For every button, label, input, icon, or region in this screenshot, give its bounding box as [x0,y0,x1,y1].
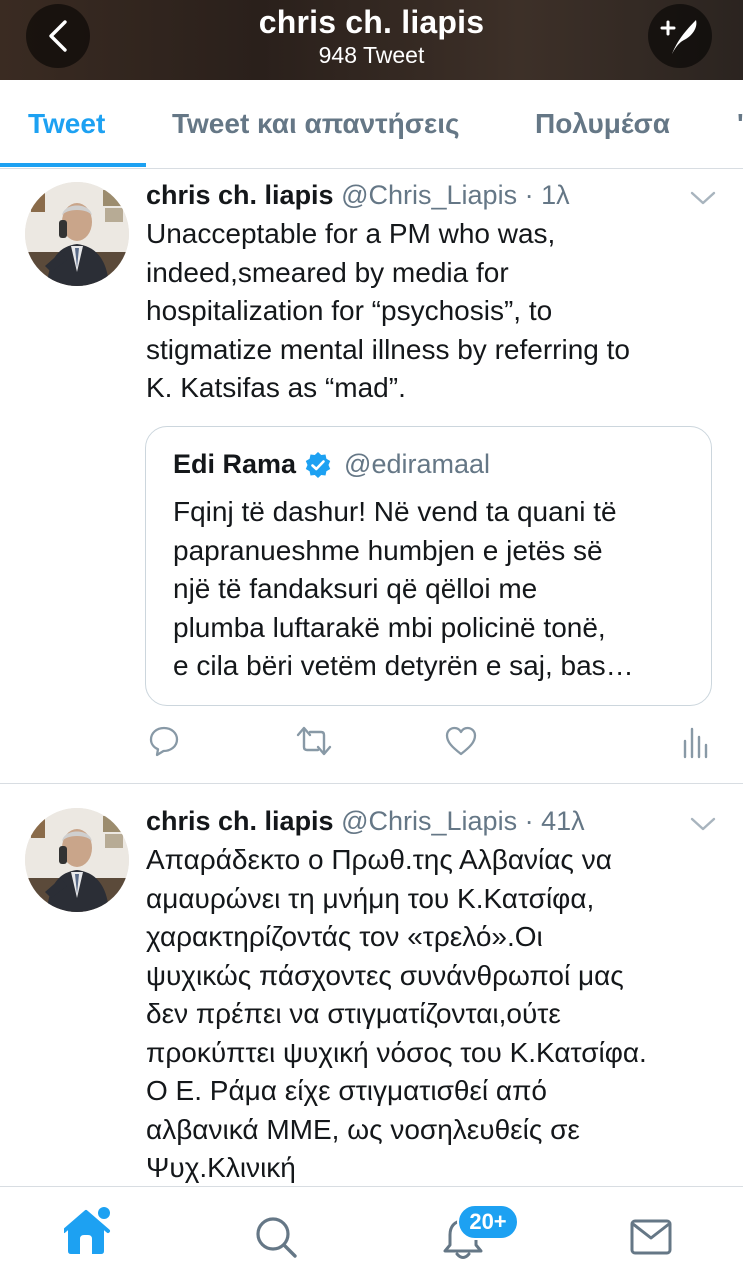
analytics-icon[interactable] [682,725,708,759]
tab-tweets[interactable]: Tweet [28,108,105,140]
active-tab-indicator [0,163,146,167]
tweet-text-line: Ψυχ.Κλινική [146,1152,296,1183]
quoted-author-name: Edi Rama [173,449,297,479]
tweet-text-line: stigmatize mental illness by referring t… [146,333,630,365]
tweet-text-line: προκύπτει ψυχική νόσος του Κ.Κατσίφα. [146,1036,647,1068]
author-handle-time: @Chris_Liapis · 1λ [341,180,570,210]
quoted-tweet-header: Edi Rama @ediramaal [173,449,490,480]
tweet-text-line: αμαυρώνει τη μνήμη του Κ.Κατσίφα, [146,882,595,914]
tweet-text-line: Απαράδεκτο ο Πρωθ.της Αλβανίας να [146,844,612,875]
compose-tweet-icon [660,20,697,54]
tweet-text-line: χαρακτηρίζοντάς τον «τρελό».Οι [146,921,543,952]
quoted-text-line: Fqinj të dashur! Në vend ta quani të [173,496,617,527]
tab-tweets-and-replies[interactable]: Tweet και απαντήσεις [172,108,460,140]
verified-badge-icon [305,451,331,478]
notification-count-badge: 20+ [457,1204,519,1240]
author-handle-time: @Chris_Liapis · 41λ [341,806,585,836]
quoted-author-handle: @ediramaal [344,449,491,479]
tweet-text: Απαράδεκτο ο Πρωθ.της Αλβανίας να αμαυρώ… [146,841,736,1188]
compose-tweet-button[interactable] [648,4,712,68]
tweet-text-line: αλβανικά ΜΜΕ, ως νοσηλευθείς σε [146,1113,580,1145]
chevron-down-icon[interactable] [690,816,716,832]
tweet-text-line: Unacceptable for a PM who was, [146,218,556,249]
tweet-text-line: δεν πρέπει να στιγματίζονται,ούτε [146,998,561,1029]
tweet-item[interactable]: chris ch. liapis @Chris_Liapis · 41λ Απα… [0,784,743,1186]
quoted-text-line: e cila bëri vetëm detyrën e saj, bas… [173,650,634,681]
search-icon[interactable] [254,1215,298,1259]
avatar[interactable] [25,808,129,912]
author-name[interactable]: chris ch. liapis [146,180,334,210]
tweet-text-line: indeed,smeared by media for [146,256,509,288]
chevron-down-icon[interactable] [690,190,716,206]
quoted-text-line: plumba luftarakë mbi policinë tonë, [173,611,606,643]
tab-likes-partial[interactable]: ' [737,108,743,140]
quoted-text-line: papranueshme humbjen e jetës së [173,534,603,566]
like-heart-icon[interactable] [444,725,478,757]
quoted-tweet-card[interactable]: Edi Rama @ediramaal Fqinj të dashur! Në … [145,426,712,706]
home-icon[interactable] [64,1205,114,1257]
reply-icon[interactable] [148,725,180,757]
profile-header: chris ch. liapis 948 Tweet [0,0,743,80]
tweet-header: chris ch. liapis @Chris_Liapis · 41λ [146,806,585,837]
tweet-count: 948 Tweet [318,42,425,68]
profile-name-title: chris ch. liapis [258,4,485,40]
tweet-text: Unacceptable for a PM who was, indeed,sm… [146,215,726,408]
tweet-header: chris ch. liapis @Chris_Liapis · 1λ [146,180,570,211]
tweet-text-line: ψυχικώς πάσχοντες συνάνθρωποί μας [146,959,624,991]
quoted-tweet-text: Fqinj të dashur! Në vend ta quani të pap… [173,493,693,686]
profile-tabs: Tweet Tweet και απαντήσεις Πολυμέσα ' [0,80,743,169]
retweet-icon[interactable] [296,725,332,757]
avatar[interactable] [25,182,129,286]
author-name[interactable]: chris ch. liapis [146,806,334,836]
tweet-action-bar [0,725,743,769]
quoted-text-line: një të fandaksuri që qëlloi me [173,573,538,604]
bottom-tab-bar: 20+ [0,1186,743,1286]
tweet-text-line: K. Katsifas as “mad”. [146,372,406,403]
messages-mail-icon[interactable] [630,1219,672,1255]
tweet-text-line: Ο Ε. Ράμα είχε στιγματισθεί από [146,1075,547,1106]
tweet-text-line: hospitalization for “psychosis”, to [146,295,553,326]
tab-media[interactable]: Πολυμέσα [535,108,670,140]
